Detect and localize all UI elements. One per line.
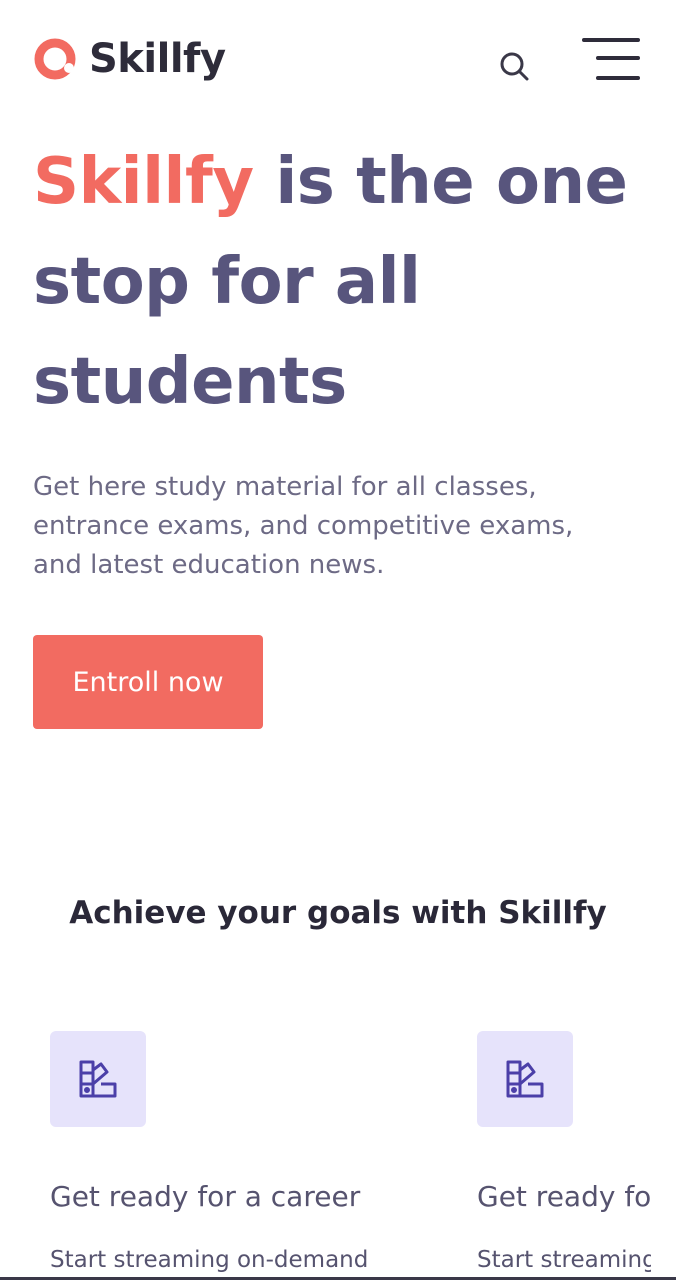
hamburger-menu-button[interactable] [580, 38, 640, 82]
ring-logo-icon [33, 37, 77, 81]
goal-card-icon-box [477, 1031, 573, 1127]
goals-heading: Achieve your goals with Skillfy [69, 895, 607, 931]
menu-line [596, 76, 640, 80]
hero-subtitle: Get here study material for all classes,… [33, 472, 574, 580]
hero-title: Skillfy is the one stop for all students [33, 132, 653, 432]
enroll-now-button[interactable]: Entroll now [33, 635, 263, 729]
swatch-book-icon [79, 1060, 117, 1098]
goal-card-icon-box [50, 1031, 146, 1127]
goal-card-text: Start streaming on-demand [477, 1247, 651, 1273]
swatch-book-icon [506, 1060, 544, 1098]
goal-card[interactable]: Get ready for a career Start streaming o… [50, 1031, 430, 1273]
hero-title-accent: Skillfy [33, 145, 254, 219]
goal-card[interactable]: Get ready for a career Start streaming o… [477, 1031, 651, 1273]
hamburger-menu-icon [582, 38, 640, 42]
goal-card-title: Get ready for a career [477, 1180, 651, 1213]
search-icon [500, 52, 529, 81]
search-button[interactable] [496, 48, 532, 84]
brand-name: Skillfy [89, 36, 226, 82]
goal-card-clip: Get ready for a career Start streaming o… [477, 1031, 651, 1280]
brand-logo[interactable]: Skillfy [33, 36, 226, 82]
goal-card-text: Start streaming on-demand [50, 1247, 369, 1273]
landing-page: Skillfy Skillfy is the one stop for all … [0, 0, 676, 1280]
menu-line [596, 56, 640, 60]
goal-card-title: Get ready for a career [50, 1180, 361, 1213]
header: Skillfy [0, 0, 676, 120]
